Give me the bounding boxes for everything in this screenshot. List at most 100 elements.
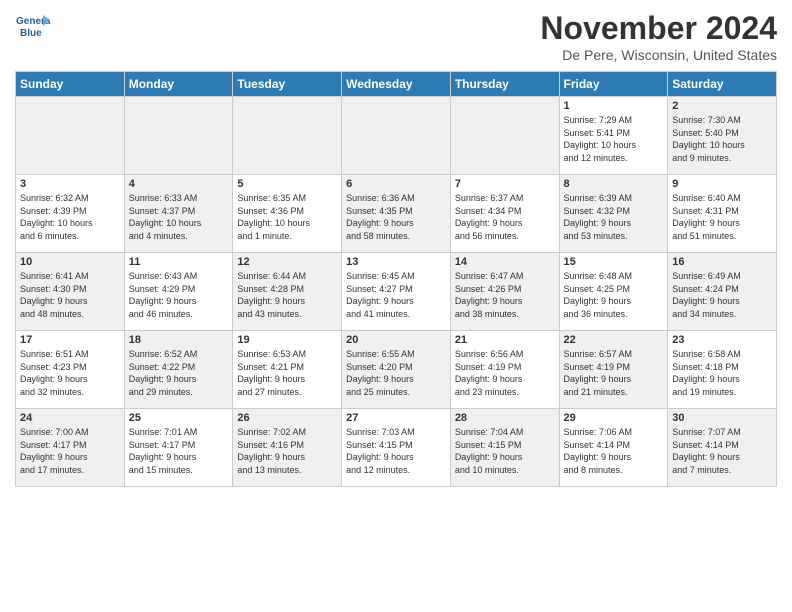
day-info: Sunrise: 6:45 AM Sunset: 4:27 PM Dayligh… [346, 270, 446, 320]
day-number: 9 [672, 178, 772, 190]
day-info: Sunrise: 7:01 AM Sunset: 4:17 PM Dayligh… [129, 426, 229, 476]
month-title: November 2024 [540, 10, 777, 47]
day-info: Sunrise: 7:06 AM Sunset: 4:14 PM Dayligh… [564, 426, 664, 476]
calendar-cell-w1-d4: 7 Sunrise: 6:37 AM Sunset: 4:34 PM Daylig… [450, 175, 559, 253]
calendar-cell-w4-d2: 26 Sunrise: 7:02 AM Sunset: 4:16 PM Dayli… [233, 409, 342, 487]
day-info: Sunrise: 7:07 AM Sunset: 4:14 PM Dayligh… [672, 426, 772, 476]
day-number: 11 [129, 256, 229, 268]
logo-graphic: General Blue [15, 10, 51, 46]
col-friday: Friday [559, 72, 668, 97]
calendar-cell-w4-d4: 28 Sunrise: 7:04 AM Sunset: 4:15 PM Dayli… [450, 409, 559, 487]
calendar-cell-w4-d1: 25 Sunrise: 7:01 AM Sunset: 4:17 PM Dayli… [124, 409, 233, 487]
day-info: Sunrise: 6:56 AM Sunset: 4:19 PM Dayligh… [455, 348, 555, 398]
day-info: Sunrise: 6:39 AM Sunset: 4:32 PM Dayligh… [564, 192, 664, 242]
day-info: Sunrise: 6:47 AM Sunset: 4:26 PM Dayligh… [455, 270, 555, 320]
title-section: November 2024 De Pere, Wisconsin, United… [540, 10, 777, 63]
col-wednesday: Wednesday [342, 72, 451, 97]
calendar-cell-w3-d1: 18Sunrise: 6:52 AM Sunset: 4:22 PM Dayli… [124, 331, 233, 409]
day-info: Sunrise: 7:02 AM Sunset: 4:16 PM Dayligh… [237, 426, 337, 476]
calendar-cell-w2-d2: 12 Sunrise: 6:44 AM Sunset: 4:28 PM Dayli… [233, 253, 342, 331]
calendar-cell-w4-d5: 29 Sunrise: 7:06 AM Sunset: 4:14 PM Dayli… [559, 409, 668, 487]
calendar-cell-w0-d0 [16, 97, 125, 175]
day-number: 7 [455, 178, 555, 190]
col-tuesday: Tuesday [233, 72, 342, 97]
day-info: Sunrise: 6:37 AM Sunset: 4:34 PM Dayligh… [455, 192, 555, 242]
calendar-cell-w3-d2: 19Sunrise: 6:53 AM Sunset: 4:21 PM Dayli… [233, 331, 342, 409]
calendar-cell-w2-d5: 15Sunrise: 6:48 AM Sunset: 4:25 PM Dayli… [559, 253, 668, 331]
day-info: Sunrise: 7:00 AM Sunset: 4:17 PM Dayligh… [20, 426, 120, 476]
day-info: Sunrise: 6:51 AM Sunset: 4:23 PM Dayligh… [20, 348, 120, 398]
day-number: 13 [346, 256, 446, 268]
logo: General Blue [15, 10, 51, 46]
day-number: 26 [237, 412, 337, 424]
day-number: 3 [20, 178, 120, 190]
col-monday: Monday [124, 72, 233, 97]
day-number: 25 [129, 412, 229, 424]
day-info: Sunrise: 6:33 AM Sunset: 4:37 PM Dayligh… [129, 192, 229, 242]
calendar-cell-w0-d4 [450, 97, 559, 175]
svg-text:Blue: Blue [20, 28, 42, 39]
day-number: 22 [564, 334, 664, 346]
calendar-cell-w3-d6: 23 Sunrise: 6:58 AM Sunset: 4:18 PM Dayli… [668, 331, 777, 409]
day-info: Sunrise: 6:32 AM Sunset: 4:39 PM Dayligh… [20, 192, 120, 242]
calendar-cell-w1-d1: 4 Sunrise: 6:33 AM Sunset: 4:37 PM Daylig… [124, 175, 233, 253]
day-number: 17 [20, 334, 120, 346]
calendar-cell-w2-d3: 13 Sunrise: 6:45 AM Sunset: 4:27 PM Dayli… [342, 253, 451, 331]
day-number: 2 [672, 100, 772, 112]
calendar-cell-w3-d5: 22 Sunrise: 6:57 AM Sunset: 4:19 PM Dayli… [559, 331, 668, 409]
calendar-cell-w0-d2 [233, 97, 342, 175]
calendar-cell-w2-d0: 10 Sunrise: 6:41 AM Sunset: 4:30 PM Dayli… [16, 253, 125, 331]
day-number: 20 [346, 334, 446, 346]
day-info: Sunrise: 7:04 AM Sunset: 4:15 PM Dayligh… [455, 426, 555, 476]
calendar-cell-w1-d3: 6Sunrise: 6:36 AM Sunset: 4:35 PM Daylig… [342, 175, 451, 253]
calendar-table: Sunday Monday Tuesday Wednesday Thursday… [15, 71, 777, 487]
day-number: 29 [564, 412, 664, 424]
calendar-cell-w1-d5: 8 Sunrise: 6:39 AM Sunset: 4:32 PM Daylig… [559, 175, 668, 253]
calendar-cell-w4-d0: 24 Sunrise: 7:00 AM Sunset: 4:17 PM Dayli… [16, 409, 125, 487]
day-number: 24 [20, 412, 120, 424]
day-info: Sunrise: 6:52 AM Sunset: 4:22 PM Dayligh… [129, 348, 229, 398]
header: General Blue November 2024 De Pere, Wisc… [15, 10, 777, 63]
calendar-cell-w1-d0: 3 Sunrise: 6:32 AM Sunset: 4:39 PM Daylig… [16, 175, 125, 253]
day-number: 19 [237, 334, 337, 346]
week-row-4: 24 Sunrise: 7:00 AM Sunset: 4:17 PM Dayli… [16, 409, 777, 487]
day-info: Sunrise: 7:30 AM Sunset: 5:40 PM Dayligh… [672, 114, 772, 164]
day-info: Sunrise: 6:35 AM Sunset: 4:36 PM Dayligh… [237, 192, 337, 242]
day-number: 12 [237, 256, 337, 268]
calendar-cell-w3-d4: 21 Sunrise: 6:56 AM Sunset: 4:19 PM Dayli… [450, 331, 559, 409]
day-number: 27 [346, 412, 446, 424]
day-number: 8 [564, 178, 664, 190]
day-info: Sunrise: 6:55 AM Sunset: 4:20 PM Dayligh… [346, 348, 446, 398]
calendar-cell-w2-d4: 14Sunrise: 6:47 AM Sunset: 4:26 PM Dayli… [450, 253, 559, 331]
day-info: Sunrise: 6:44 AM Sunset: 4:28 PM Dayligh… [237, 270, 337, 320]
col-saturday: Saturday [668, 72, 777, 97]
day-info: Sunrise: 6:40 AM Sunset: 4:31 PM Dayligh… [672, 192, 772, 242]
calendar-cell-w1-d6: 9 Sunrise: 6:40 AM Sunset: 4:31 PM Daylig… [668, 175, 777, 253]
day-info: Sunrise: 6:49 AM Sunset: 4:24 PM Dayligh… [672, 270, 772, 320]
day-info: Sunrise: 6:57 AM Sunset: 4:19 PM Dayligh… [564, 348, 664, 398]
calendar-cell-w0-d1 [124, 97, 233, 175]
day-number: 23 [672, 334, 772, 346]
calendar-cell-w1-d2: 5Sunrise: 6:35 AM Sunset: 4:36 PM Daylig… [233, 175, 342, 253]
day-number: 4 [129, 178, 229, 190]
calendar-cell-w0-d5: 1 Sunrise: 7:29 AM Sunset: 5:41 PM Daylig… [559, 97, 668, 175]
day-number: 21 [455, 334, 555, 346]
calendar-cell-w2-d1: 11 Sunrise: 6:43 AM Sunset: 4:29 PM Dayli… [124, 253, 233, 331]
col-thursday: Thursday [450, 72, 559, 97]
day-info: Sunrise: 6:58 AM Sunset: 4:18 PM Dayligh… [672, 348, 772, 398]
calendar-cell-w3-d3: 20 Sunrise: 6:55 AM Sunset: 4:20 PM Dayli… [342, 331, 451, 409]
page: General Blue November 2024 De Pere, Wisc… [0, 0, 792, 612]
day-info: Sunrise: 7:29 AM Sunset: 5:41 PM Dayligh… [564, 114, 664, 164]
day-number: 10 [20, 256, 120, 268]
day-number: 28 [455, 412, 555, 424]
calendar-cell-w0-d6: 2 Sunrise: 7:30 AM Sunset: 5:40 PM Daylig… [668, 97, 777, 175]
day-info: Sunrise: 6:43 AM Sunset: 4:29 PM Dayligh… [129, 270, 229, 320]
day-number: 6 [346, 178, 446, 190]
day-info: Sunrise: 6:41 AM Sunset: 4:30 PM Dayligh… [20, 270, 120, 320]
week-row-3: 17 Sunrise: 6:51 AM Sunset: 4:23 PM Dayli… [16, 331, 777, 409]
week-row-2: 10 Sunrise: 6:41 AM Sunset: 4:30 PM Dayli… [16, 253, 777, 331]
day-number: 1 [564, 100, 664, 112]
day-info: Sunrise: 6:48 AM Sunset: 4:25 PM Dayligh… [564, 270, 664, 320]
calendar-cell-w0-d3 [342, 97, 451, 175]
calendar-cell-w3-d0: 17 Sunrise: 6:51 AM Sunset: 4:23 PM Dayli… [16, 331, 125, 409]
